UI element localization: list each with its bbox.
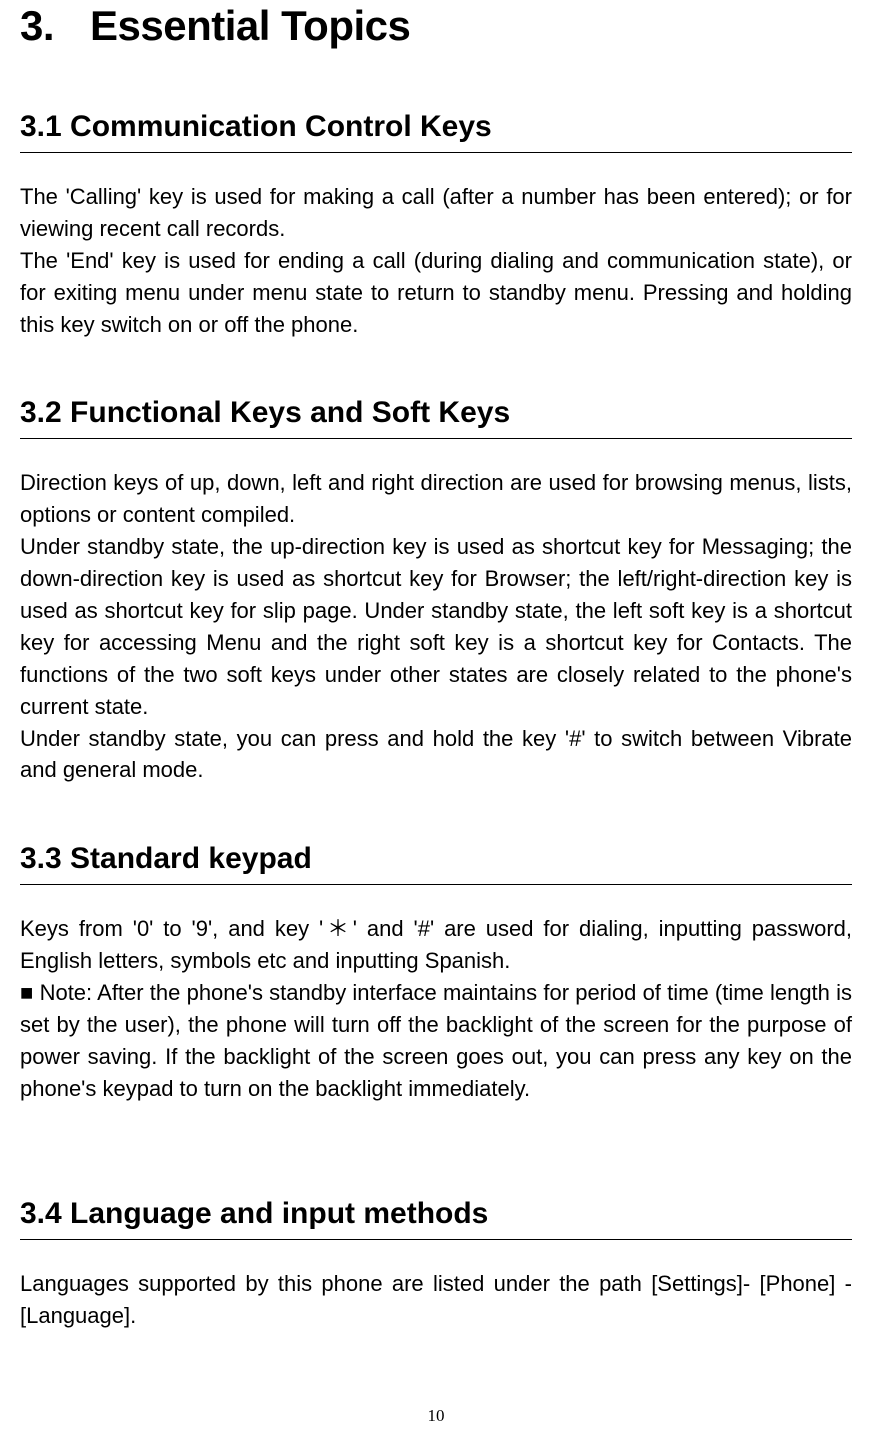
paragraph: The 'End' key is used for ending a call … [20, 245, 852, 341]
section-title: 3.2 Functional Keys and Soft Keys [20, 396, 852, 439]
section-3-3: 3.3 Standard keypad Keys from '0' to '9'… [20, 842, 852, 1104]
section-title: 3.4 Language and input methods [20, 1197, 852, 1240]
section-3-2: 3.2 Functional Keys and Soft Keys Direct… [20, 396, 852, 786]
paragraph: Under standby state, you can press and h… [20, 723, 852, 787]
paragraph: The 'Calling' key is used for making a c… [20, 181, 852, 245]
paragraph: Languages supported by this phone are li… [20, 1268, 852, 1332]
chapter-title-text: Essential Topics [90, 2, 410, 49]
section-title: 3.3 Standard keypad [20, 842, 852, 885]
paragraph: Keys from '0' to '9', and key '＊' and '#… [20, 913, 852, 977]
paragraph: ■ Note: After the phone's standby interf… [20, 977, 852, 1105]
paragraph: Under standby state, the up-direction ke… [20, 531, 852, 722]
section-title: 3.1 Communication Control Keys [20, 110, 852, 153]
section-body: Keys from '0' to '9', and key '＊' and '#… [20, 913, 852, 1104]
section-3-4: 3.4 Language and input methods Languages… [20, 1197, 852, 1332]
section-3-1: 3.1 Communication Control Keys The 'Call… [20, 110, 852, 340]
section-body: The 'Calling' key is used for making a c… [20, 181, 852, 340]
paragraph: Direction keys of up, down, left and rig… [20, 467, 852, 531]
section-body: Languages supported by this phone are li… [20, 1268, 852, 1332]
chapter-number: 3. [20, 2, 54, 50]
page-number: 10 [428, 1406, 445, 1426]
chapter-title: 3. Essential Topics [20, 0, 852, 50]
section-body: Direction keys of up, down, left and rig… [20, 467, 852, 786]
